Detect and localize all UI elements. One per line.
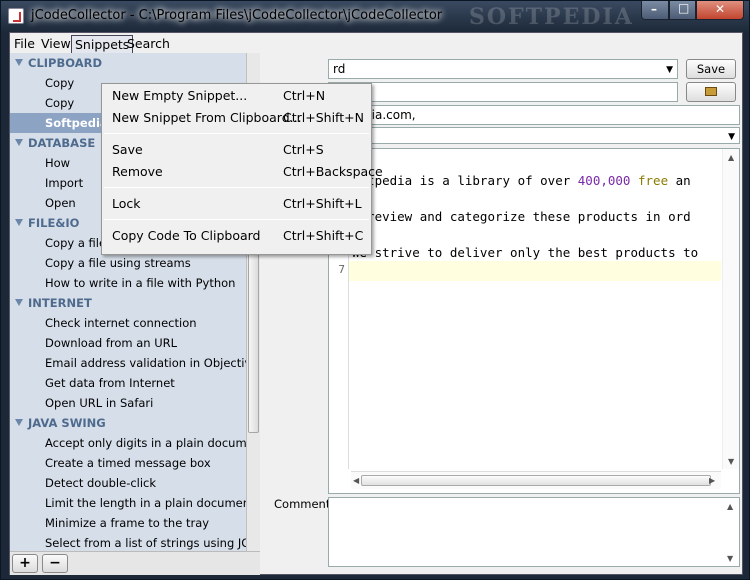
tags-field[interactable]: oftpedia.com,	[328, 105, 740, 125]
menu-separator	[104, 219, 369, 220]
menu-item-lock[interactable]: Lock Ctrl+Shift+L	[102, 193, 371, 215]
tree-item[interactable]: Copy a file using streams	[10, 253, 246, 273]
menu-item-shortcut: Ctrl+N	[283, 88, 326, 103]
tree-item[interactable]: Accept only digits in a plain document	[10, 433, 246, 453]
code-text: oftpedia is a library of over	[352, 173, 578, 188]
watermark-logo: SOFTPEDIA	[469, 4, 634, 30]
category-combo[interactable]: rd ▼	[328, 59, 678, 79]
code-editor[interactable]: 5 6 7 oftpedia is a library of over 400,…	[328, 148, 740, 494]
lock-icon	[705, 87, 717, 96]
menu-item-new-snippet-from-clipboard[interactable]: New Snippet From Clipboard... Ctrl+Shift+…	[102, 107, 371, 129]
tree-item[interactable]: Check internet connection	[10, 313, 246, 333]
code-number: 400,000	[577, 173, 631, 188]
menu-item-copy-code-to-clipboard[interactable]: Copy Code To Clipboard Ctrl+Shift+C	[102, 225, 371, 247]
line-number: 7	[338, 263, 345, 276]
language-combo[interactable]: ▼	[328, 127, 740, 144]
comment-label: Comment:	[274, 497, 335, 511]
tree-item[interactable]: Detect double-click	[10, 473, 246, 493]
tree-item[interactable]: Email address validation in Objective C	[10, 353, 246, 373]
menu-bar: File View Snippets Search	[10, 33, 742, 54]
category-value: rd	[333, 62, 346, 76]
save-button[interactable]: Save	[686, 59, 736, 79]
lock-button[interactable]	[686, 82, 736, 102]
tree-item[interactable]: How to write in a file with Python	[10, 273, 246, 293]
menu-item-shortcut: Ctrl+Shift+N	[283, 110, 364, 125]
menu-item-label: Remove	[112, 164, 163, 179]
menu-item-new-empty-snippet[interactable]: New Empty Snippet... Ctrl+N	[102, 85, 371, 107]
tree-item[interactable]: Get data from Internet	[10, 373, 246, 393]
scroll-left-icon[interactable]: ◀	[353, 476, 359, 485]
snippet-name-field[interactable]: dia	[328, 82, 678, 102]
app-icon	[8, 8, 24, 24]
scroll-right-icon[interactable]: ▶	[709, 476, 715, 485]
current-line-highlight	[329, 261, 721, 281]
menu-item-shortcut: Ctrl+S	[283, 142, 324, 157]
editor-horizontal-scrollbar[interactable]: ◀ ▶	[351, 471, 721, 489]
menu-item-shortcut: Ctrl+Backspace	[283, 164, 383, 179]
code-line: e review and categorize these products i…	[352, 209, 691, 224]
tree-item[interactable]: Create a timed message box	[10, 453, 246, 473]
code-keyword: free	[638, 173, 669, 188]
tree-category[interactable]: JAVA SWING	[10, 413, 246, 433]
tree-buttons: + −	[10, 551, 260, 575]
menu-separator	[104, 187, 369, 188]
menu-item-label: Save	[112, 142, 143, 157]
tree-item[interactable]: Minimize a frame to the tray	[10, 513, 246, 533]
menu-item-label: Lock	[112, 196, 141, 211]
close-button[interactable]: ✕	[696, 1, 744, 20]
scroll-down-icon[interactable]: ▼	[727, 554, 733, 563]
editor-vertical-scrollbar[interactable]: ▲ ▼	[722, 149, 739, 469]
menu-item-label: New Snippet From Clipboard...	[112, 110, 302, 125]
code-text: an	[668, 173, 691, 188]
chevron-down-icon: ▼	[666, 65, 673, 75]
comment-textarea[interactable]: ▲ ▼	[328, 497, 740, 567]
tree-category[interactable]: CLIPBOARD	[10, 53, 246, 73]
menu-item-shortcut: Ctrl+Shift+C	[283, 228, 364, 243]
minimize-button[interactable]: –	[641, 1, 669, 20]
menu-view[interactable]: View	[38, 35, 74, 52]
maximize-button[interactable]: □	[669, 1, 696, 20]
client-area: File View Snippets Search CLIPBOARD Copy C…	[9, 32, 743, 575]
scroll-up-icon[interactable]: ▲	[727, 502, 733, 511]
code-line: We strive to deliver only the best produ…	[352, 245, 699, 260]
remove-snippet-button[interactable]: −	[42, 554, 68, 573]
menu-item-remove[interactable]: Remove Ctrl+Backspace	[102, 161, 383, 183]
menu-item-label: New Empty Snippet...	[112, 88, 248, 103]
menu-item-label: Copy Code To Clipboard	[112, 228, 261, 243]
tree-item[interactable]: Download from an URL	[10, 333, 246, 353]
app-window: jCodeCollector - C:\Program Files\jCodeC…	[0, 0, 750, 580]
tree-item[interactable]: Select from a list of strings using JO..…	[10, 533, 246, 551]
menu-file[interactable]: File	[11, 35, 38, 52]
add-snippet-button[interactable]: +	[12, 554, 38, 573]
title-bar[interactable]: jCodeCollector - C:\Program Files\jCodeC…	[1, 1, 750, 32]
horizontal-scrollbar-thumb[interactable]	[361, 475, 711, 486]
code-line: oftpedia is a library of over 400,000 fr…	[352, 173, 691, 188]
menu-separator	[104, 133, 369, 134]
maximize-icon: □	[678, 1, 690, 15]
tree-item[interactable]: Open URL in Safari	[10, 393, 246, 413]
close-icon: ✕	[715, 2, 726, 16]
scroll-up-icon[interactable]: ▲	[728, 153, 734, 162]
snippets-menu: New Empty Snippet... Ctrl+N New Snippet F…	[101, 83, 383, 255]
minimize-icon: –	[651, 2, 657, 16]
tree-category[interactable]: INTERNET	[10, 293, 246, 313]
menu-search[interactable]: Search	[124, 35, 173, 52]
chevron-down-icon: ▼	[728, 132, 735, 142]
menu-item-shortcut: Ctrl+Shift+L	[283, 196, 362, 211]
scroll-down-icon[interactable]: ▼	[728, 457, 734, 466]
window-title: jCodeCollector - C:\Program Files\jCodeC…	[31, 8, 443, 23]
tree-item[interactable]: Limit the length in a plain document	[10, 493, 246, 513]
menu-item-save[interactable]: Save Ctrl+S	[102, 139, 371, 161]
